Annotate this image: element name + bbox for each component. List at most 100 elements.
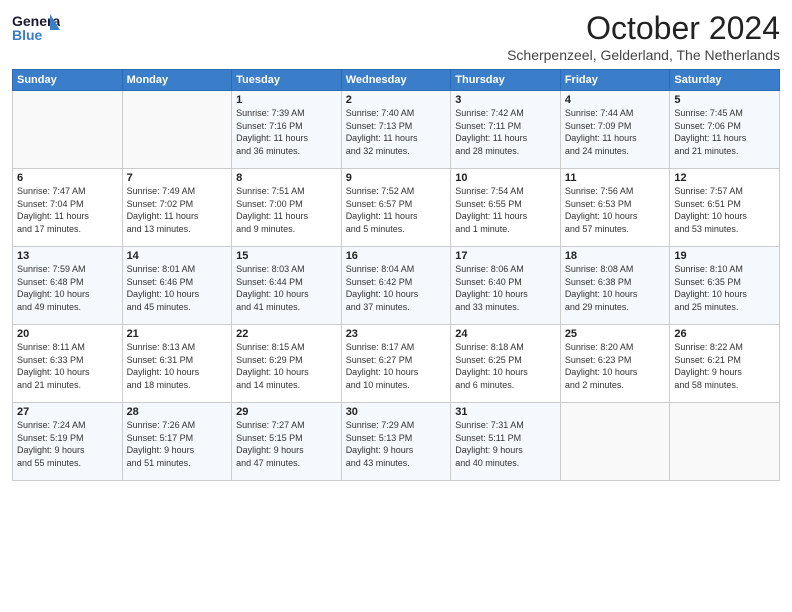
day-info: Sunrise: 7:45 AM Sunset: 7:06 PM Dayligh… bbox=[674, 107, 775, 157]
calendar-cell: 16Sunrise: 8:04 AM Sunset: 6:42 PM Dayli… bbox=[341, 247, 451, 325]
day-info: Sunrise: 7:56 AM Sunset: 6:53 PM Dayligh… bbox=[565, 185, 666, 235]
day-number: 18 bbox=[565, 250, 666, 262]
day-number: 16 bbox=[346, 250, 447, 262]
day-number: 7 bbox=[127, 172, 228, 184]
calendar-cell: 1Sunrise: 7:39 AM Sunset: 7:16 PM Daylig… bbox=[232, 91, 342, 169]
day-info: Sunrise: 7:39 AM Sunset: 7:16 PM Dayligh… bbox=[236, 107, 337, 157]
day-number: 28 bbox=[127, 406, 228, 418]
day-info: Sunrise: 8:18 AM Sunset: 6:25 PM Dayligh… bbox=[455, 341, 556, 391]
calendar-cell: 3Sunrise: 7:42 AM Sunset: 7:11 PM Daylig… bbox=[451, 91, 561, 169]
month-title: October 2024 bbox=[507, 10, 780, 47]
day-number: 24 bbox=[455, 328, 556, 340]
calendar-cell: 5Sunrise: 7:45 AM Sunset: 7:06 PM Daylig… bbox=[670, 91, 780, 169]
calendar-cell: 20Sunrise: 8:11 AM Sunset: 6:33 PM Dayli… bbox=[13, 325, 123, 403]
calendar-cell: 12Sunrise: 7:57 AM Sunset: 6:51 PM Dayli… bbox=[670, 169, 780, 247]
calendar-cell: 18Sunrise: 8:08 AM Sunset: 6:38 PM Dayli… bbox=[560, 247, 670, 325]
calendar-cell: 11Sunrise: 7:56 AM Sunset: 6:53 PM Dayli… bbox=[560, 169, 670, 247]
day-number: 30 bbox=[346, 406, 447, 418]
calendar-cell: 9Sunrise: 7:52 AM Sunset: 6:57 PM Daylig… bbox=[341, 169, 451, 247]
day-of-week-header: Thursday bbox=[451, 70, 561, 91]
location-subtitle: Scherpenzeel, Gelderland, The Netherland… bbox=[507, 47, 780, 63]
day-info: Sunrise: 8:15 AM Sunset: 6:29 PM Dayligh… bbox=[236, 341, 337, 391]
day-info: Sunrise: 7:59 AM Sunset: 6:48 PM Dayligh… bbox=[17, 263, 118, 313]
day-number: 14 bbox=[127, 250, 228, 262]
day-info: Sunrise: 7:57 AM Sunset: 6:51 PM Dayligh… bbox=[674, 185, 775, 235]
calendar-cell: 23Sunrise: 8:17 AM Sunset: 6:27 PM Dayli… bbox=[341, 325, 451, 403]
day-info: Sunrise: 7:26 AM Sunset: 5:17 PM Dayligh… bbox=[127, 419, 228, 469]
day-info: Sunrise: 7:27 AM Sunset: 5:15 PM Dayligh… bbox=[236, 419, 337, 469]
calendar-week-row: 27Sunrise: 7:24 AM Sunset: 5:19 PM Dayli… bbox=[13, 403, 780, 481]
calendar-table: SundayMondayTuesdayWednesdayThursdayFrid… bbox=[12, 69, 780, 481]
calendar-cell: 24Sunrise: 8:18 AM Sunset: 6:25 PM Dayli… bbox=[451, 325, 561, 403]
calendar-cell: 14Sunrise: 8:01 AM Sunset: 6:46 PM Dayli… bbox=[122, 247, 232, 325]
calendar-cell: 30Sunrise: 7:29 AM Sunset: 5:13 PM Dayli… bbox=[341, 403, 451, 481]
calendar-cell: 29Sunrise: 7:27 AM Sunset: 5:15 PM Dayli… bbox=[232, 403, 342, 481]
day-number: 4 bbox=[565, 94, 666, 106]
day-info: Sunrise: 8:11 AM Sunset: 6:33 PM Dayligh… bbox=[17, 341, 118, 391]
day-info: Sunrise: 7:29 AM Sunset: 5:13 PM Dayligh… bbox=[346, 419, 447, 469]
day-number: 20 bbox=[17, 328, 118, 340]
day-info: Sunrise: 8:22 AM Sunset: 6:21 PM Dayligh… bbox=[674, 341, 775, 391]
logo: General Blue bbox=[12, 10, 60, 46]
calendar-cell: 19Sunrise: 8:10 AM Sunset: 6:35 PM Dayli… bbox=[670, 247, 780, 325]
day-number: 12 bbox=[674, 172, 775, 184]
days-of-week-row: SundayMondayTuesdayWednesdayThursdayFrid… bbox=[13, 70, 780, 91]
calendar-cell: 25Sunrise: 8:20 AM Sunset: 6:23 PM Dayli… bbox=[560, 325, 670, 403]
day-of-week-header: Friday bbox=[560, 70, 670, 91]
day-info: Sunrise: 7:40 AM Sunset: 7:13 PM Dayligh… bbox=[346, 107, 447, 157]
day-number: 3 bbox=[455, 94, 556, 106]
day-info: Sunrise: 7:52 AM Sunset: 6:57 PM Dayligh… bbox=[346, 185, 447, 235]
day-number: 21 bbox=[127, 328, 228, 340]
calendar-cell bbox=[560, 403, 670, 481]
calendar-header: SundayMondayTuesdayWednesdayThursdayFrid… bbox=[13, 70, 780, 91]
logo-icon: General Blue bbox=[12, 10, 60, 46]
day-info: Sunrise: 8:03 AM Sunset: 6:44 PM Dayligh… bbox=[236, 263, 337, 313]
calendar-cell: 21Sunrise: 8:13 AM Sunset: 6:31 PM Dayli… bbox=[122, 325, 232, 403]
calendar-cell: 8Sunrise: 7:51 AM Sunset: 7:00 PM Daylig… bbox=[232, 169, 342, 247]
day-info: Sunrise: 8:10 AM Sunset: 6:35 PM Dayligh… bbox=[674, 263, 775, 313]
calendar-cell: 17Sunrise: 8:06 AM Sunset: 6:40 PM Dayli… bbox=[451, 247, 561, 325]
calendar-week-row: 20Sunrise: 8:11 AM Sunset: 6:33 PM Dayli… bbox=[13, 325, 780, 403]
day-info: Sunrise: 8:06 AM Sunset: 6:40 PM Dayligh… bbox=[455, 263, 556, 313]
day-info: Sunrise: 7:54 AM Sunset: 6:55 PM Dayligh… bbox=[455, 185, 556, 235]
calendar-cell: 27Sunrise: 7:24 AM Sunset: 5:19 PM Dayli… bbox=[13, 403, 123, 481]
calendar-cell bbox=[13, 91, 123, 169]
calendar-cell: 26Sunrise: 8:22 AM Sunset: 6:21 PM Dayli… bbox=[670, 325, 780, 403]
day-info: Sunrise: 8:04 AM Sunset: 6:42 PM Dayligh… bbox=[346, 263, 447, 313]
day-of-week-header: Saturday bbox=[670, 70, 780, 91]
day-number: 22 bbox=[236, 328, 337, 340]
calendar-cell: 31Sunrise: 7:31 AM Sunset: 5:11 PM Dayli… bbox=[451, 403, 561, 481]
day-number: 27 bbox=[17, 406, 118, 418]
day-info: Sunrise: 8:20 AM Sunset: 6:23 PM Dayligh… bbox=[565, 341, 666, 391]
day-info: Sunrise: 7:44 AM Sunset: 7:09 PM Dayligh… bbox=[565, 107, 666, 157]
day-number: 5 bbox=[674, 94, 775, 106]
calendar-cell: 13Sunrise: 7:59 AM Sunset: 6:48 PM Dayli… bbox=[13, 247, 123, 325]
day-number: 29 bbox=[236, 406, 337, 418]
calendar-cell: 2Sunrise: 7:40 AM Sunset: 7:13 PM Daylig… bbox=[341, 91, 451, 169]
day-number: 1 bbox=[236, 94, 337, 106]
header: General Blue October 2024 Scherpenzeel, … bbox=[12, 10, 780, 63]
calendar-cell: 15Sunrise: 8:03 AM Sunset: 6:44 PM Dayli… bbox=[232, 247, 342, 325]
day-number: 23 bbox=[346, 328, 447, 340]
day-info: Sunrise: 7:47 AM Sunset: 7:04 PM Dayligh… bbox=[17, 185, 118, 235]
day-info: Sunrise: 7:49 AM Sunset: 7:02 PM Dayligh… bbox=[127, 185, 228, 235]
day-number: 10 bbox=[455, 172, 556, 184]
day-number: 25 bbox=[565, 328, 666, 340]
day-number: 13 bbox=[17, 250, 118, 262]
day-info: Sunrise: 7:51 AM Sunset: 7:00 PM Dayligh… bbox=[236, 185, 337, 235]
day-of-week-header: Wednesday bbox=[341, 70, 451, 91]
day-info: Sunrise: 7:24 AM Sunset: 5:19 PM Dayligh… bbox=[17, 419, 118, 469]
day-info: Sunrise: 8:01 AM Sunset: 6:46 PM Dayligh… bbox=[127, 263, 228, 313]
day-number: 9 bbox=[346, 172, 447, 184]
day-info: Sunrise: 7:31 AM Sunset: 5:11 PM Dayligh… bbox=[455, 419, 556, 469]
day-number: 2 bbox=[346, 94, 447, 106]
calendar-week-row: 13Sunrise: 7:59 AM Sunset: 6:48 PM Dayli… bbox=[13, 247, 780, 325]
day-number: 31 bbox=[455, 406, 556, 418]
day-of-week-header: Sunday bbox=[13, 70, 123, 91]
day-info: Sunrise: 7:42 AM Sunset: 7:11 PM Dayligh… bbox=[455, 107, 556, 157]
title-area: October 2024 Scherpenzeel, Gelderland, T… bbox=[507, 10, 780, 63]
day-of-week-header: Monday bbox=[122, 70, 232, 91]
calendar-cell: 28Sunrise: 7:26 AM Sunset: 5:17 PM Dayli… bbox=[122, 403, 232, 481]
day-number: 17 bbox=[455, 250, 556, 262]
day-number: 6 bbox=[17, 172, 118, 184]
